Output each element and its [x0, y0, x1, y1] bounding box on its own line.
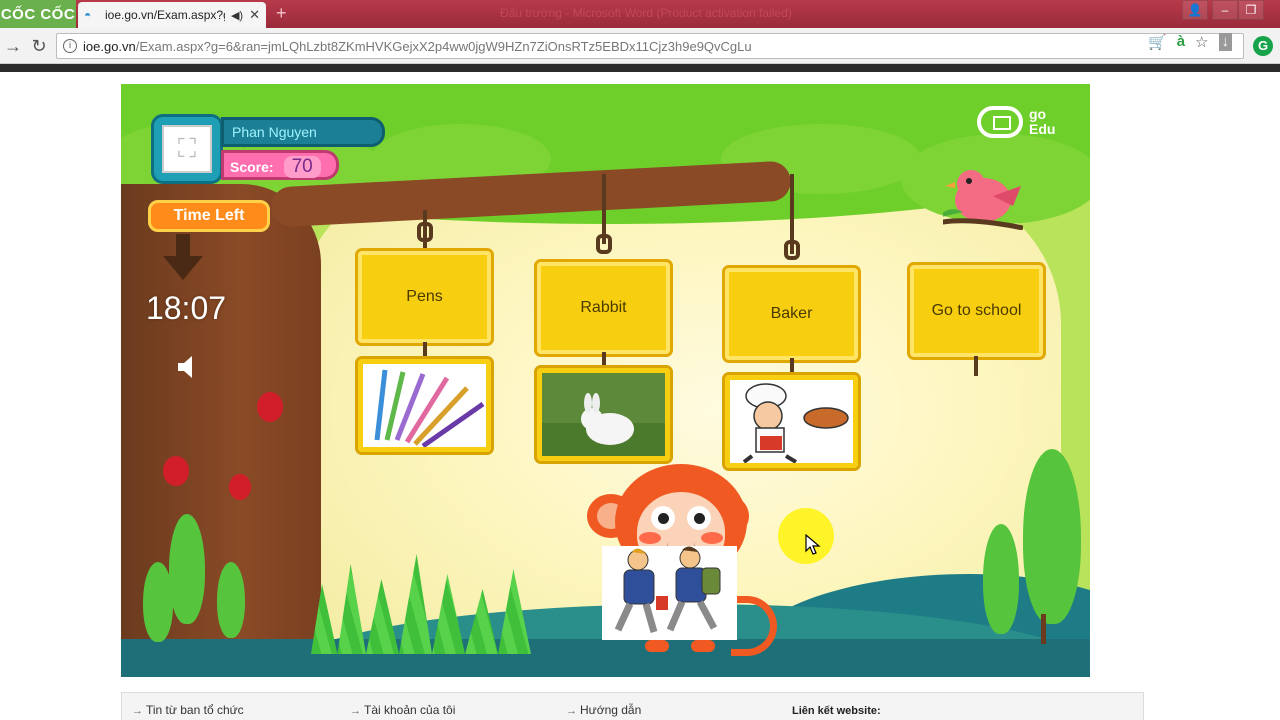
down-arrow-icon	[163, 234, 203, 280]
footer-link-guide[interactable]: → Hướng dẫn	[566, 703, 641, 717]
logo-text-go: go	[1029, 106, 1047, 122]
back-arrow-icon[interactable]: →	[2, 36, 24, 56]
footer-link-news[interactable]: → Tin từ ban tổ chức	[132, 703, 244, 717]
hook-icon	[596, 234, 612, 254]
download-icon[interactable]: ↓	[1218, 33, 1232, 51]
word-card-baker[interactable]: Baker	[722, 265, 861, 363]
profile-icon[interactable]: 👤	[1182, 0, 1208, 20]
rope	[423, 342, 427, 358]
small-tree	[217, 562, 245, 638]
footer-link-account[interactable]: → Tài khoản của tôi	[350, 703, 455, 717]
score-panel: Score: 70	[221, 150, 339, 180]
rabbit-image	[542, 373, 665, 456]
speaker-icon[interactable]	[176, 354, 198, 380]
info-icon[interactable]: i	[63, 39, 77, 53]
site-footer: → Tin từ ban tổ chức → Tài khoản của tôi →…	[121, 692, 1144, 720]
maximize-icon[interactable]: ❐	[1238, 0, 1264, 20]
small-tree	[1023, 449, 1081, 624]
new-tab-icon[interactable]: +	[276, 4, 294, 23]
small-tree	[169, 514, 205, 624]
goedu-book-icon	[977, 106, 1023, 138]
score-value: 70	[283, 155, 321, 178]
timer: 18:07	[145, 290, 227, 326]
time-left-label: Time Left	[148, 200, 270, 232]
site-favicon-icon: ◓	[84, 8, 92, 22]
small-tree	[143, 562, 173, 642]
player-name: Phan Nguyen	[221, 117, 385, 147]
logo-text-edu: Edu	[1029, 121, 1056, 137]
star-icon[interactable]: ☆	[1195, 33, 1208, 51]
translate-icon[interactable]: à	[1177, 33, 1185, 51]
grammarly-icon[interactable]: G	[1253, 36, 1273, 56]
ladybug-icon	[257, 392, 283, 422]
small-tree	[983, 524, 1019, 634]
minimize-icon[interactable]: –	[1212, 0, 1238, 20]
hook-icon	[784, 240, 800, 260]
window-title: Đấu trường - Microsoft Word (Product act…	[500, 6, 792, 20]
mouse-cursor-icon	[805, 534, 821, 555]
baker-image	[742, 383, 849, 463]
address-bar[interactable]: i ioe.go.vn /Exam.aspx?g=6&ran=jmLQhLzbt…	[56, 33, 1244, 59]
browser-tab-active[interactable]: ◓ ioe.go.vn/Exam.aspx?g ◀) ✕	[78, 2, 266, 28]
tab-close-icon[interactable]: ✕	[249, 7, 260, 23]
held-picture-card[interactable]	[602, 546, 737, 640]
small-tree-trunk	[1041, 614, 1046, 644]
word-card-rabbit[interactable]: Rabbit	[534, 259, 673, 357]
avatar: ⛶	[162, 125, 212, 173]
game-stage[interactable]: ⛶ Phan Nguyen Score: 70 Time Left 18:07 …	[121, 84, 1090, 677]
coccoc-logo[interactable]: CỐC CỐC	[0, 0, 76, 28]
ground	[121, 639, 1090, 677]
reload-icon[interactable]: ↻	[28, 36, 50, 56]
rope	[974, 356, 978, 376]
picture-card-pens[interactable]	[355, 356, 494, 455]
avatar-frame: ⛶	[151, 114, 223, 184]
score-label: Score:	[230, 158, 274, 175]
arrow-right-icon: →	[132, 705, 143, 717]
arrow-right-icon: →	[566, 705, 577, 717]
address-bar-icons: 🛒 à ☆ ↓	[1148, 33, 1232, 51]
monkey-feet	[645, 640, 715, 652]
cart-icon[interactable]: 🛒	[1148, 33, 1167, 51]
pens-image	[374, 369, 485, 447]
hook-icon	[417, 222, 433, 242]
picture-card-baker[interactable]	[722, 372, 861, 471]
go-to-school-image	[614, 546, 721, 633]
footer-links-heading: Liên kết website:	[792, 705, 881, 717]
rope	[602, 352, 606, 368]
ladybug-icon	[229, 474, 251, 500]
bird-icon	[943, 170, 1023, 230]
picture-card-rabbit[interactable]	[534, 365, 673, 464]
rope	[790, 358, 794, 374]
speaker-tab-icon[interactable]: ◀)	[231, 9, 243, 22]
arrow-right-icon: →	[350, 705, 361, 717]
goedu-logo[interactable]: go Edu	[977, 106, 1055, 138]
word-card-go-to-school[interactable]: Go to school	[907, 262, 1046, 360]
browser-toolbar: → ↻ i ioe.go.vn /Exam.aspx?g=6&ran=jmLQh…	[0, 28, 1280, 64]
ladybug-icon	[163, 456, 189, 486]
tab-title: ioe.go.vn/Exam.aspx?g	[105, 8, 225, 22]
url-path: /Exam.aspx?g=6&ran=jmLQhLzbt8ZKmHVKGejxX…	[135, 38, 752, 54]
word-card-pens[interactable]: Pens	[355, 248, 494, 346]
site-nav-bar	[0, 64, 1280, 72]
browser-tab-bar: CỐC CỐC ◓ ioe.go.vn/Exam.aspx?g ◀) ✕ + Đ…	[0, 0, 1280, 28]
url-host: ioe.go.vn	[83, 38, 136, 54]
